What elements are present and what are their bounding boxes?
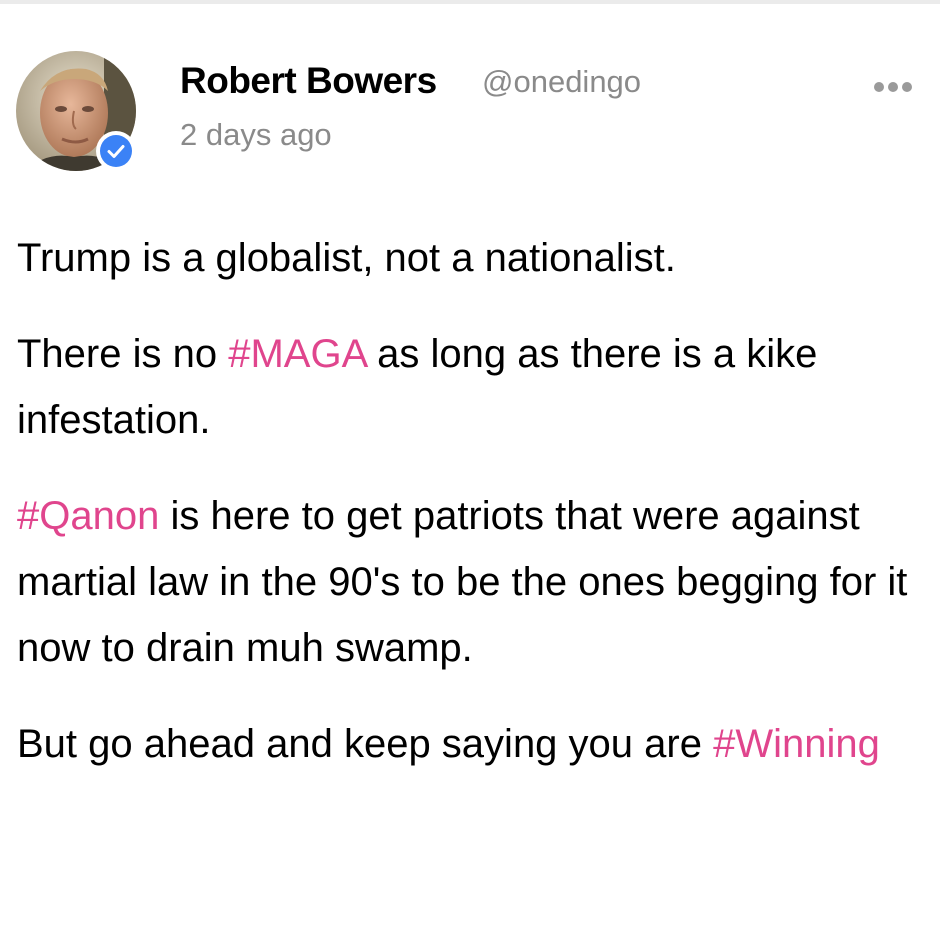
hashtag-link[interactable]: #Winning — [713, 722, 880, 766]
post-paragraph: There is no #MAGA as long as there is a … — [17, 321, 917, 453]
post-text: Trump is a globalist, not a nationalist. — [17, 236, 676, 280]
post-paragraph: #Qanon is here to get patriots that were… — [17, 483, 917, 681]
post-timestamp[interactable]: 2 days ago — [180, 117, 332, 153]
author-handle[interactable]: @onedingo — [482, 64, 641, 100]
post-paragraph: But go ahead and keep saying you are #Wi… — [17, 711, 917, 777]
hashtag-link[interactable]: #Qanon — [17, 494, 159, 538]
post-paragraph: Trump is a globalist, not a nationalist. — [17, 225, 917, 291]
post-text: But go ahead and keep saying you are — [17, 722, 714, 766]
hashtag-link[interactable]: #MAGA — [228, 332, 366, 376]
post-text: There is no — [17, 332, 229, 376]
avatar[interactable] — [16, 51, 136, 171]
post-body: Trump is a globalist, not a nationalist.… — [17, 225, 917, 807]
author-name[interactable]: Robert Bowers — [180, 60, 437, 102]
post-card: Robert Bowers @onedingo 2 days ago Trump… — [0, 0, 940, 946]
verified-badge — [96, 131, 136, 171]
more-options-button[interactable] — [870, 72, 916, 102]
checkmark-icon — [100, 135, 132, 167]
ellipsis-icon — [874, 82, 912, 92]
